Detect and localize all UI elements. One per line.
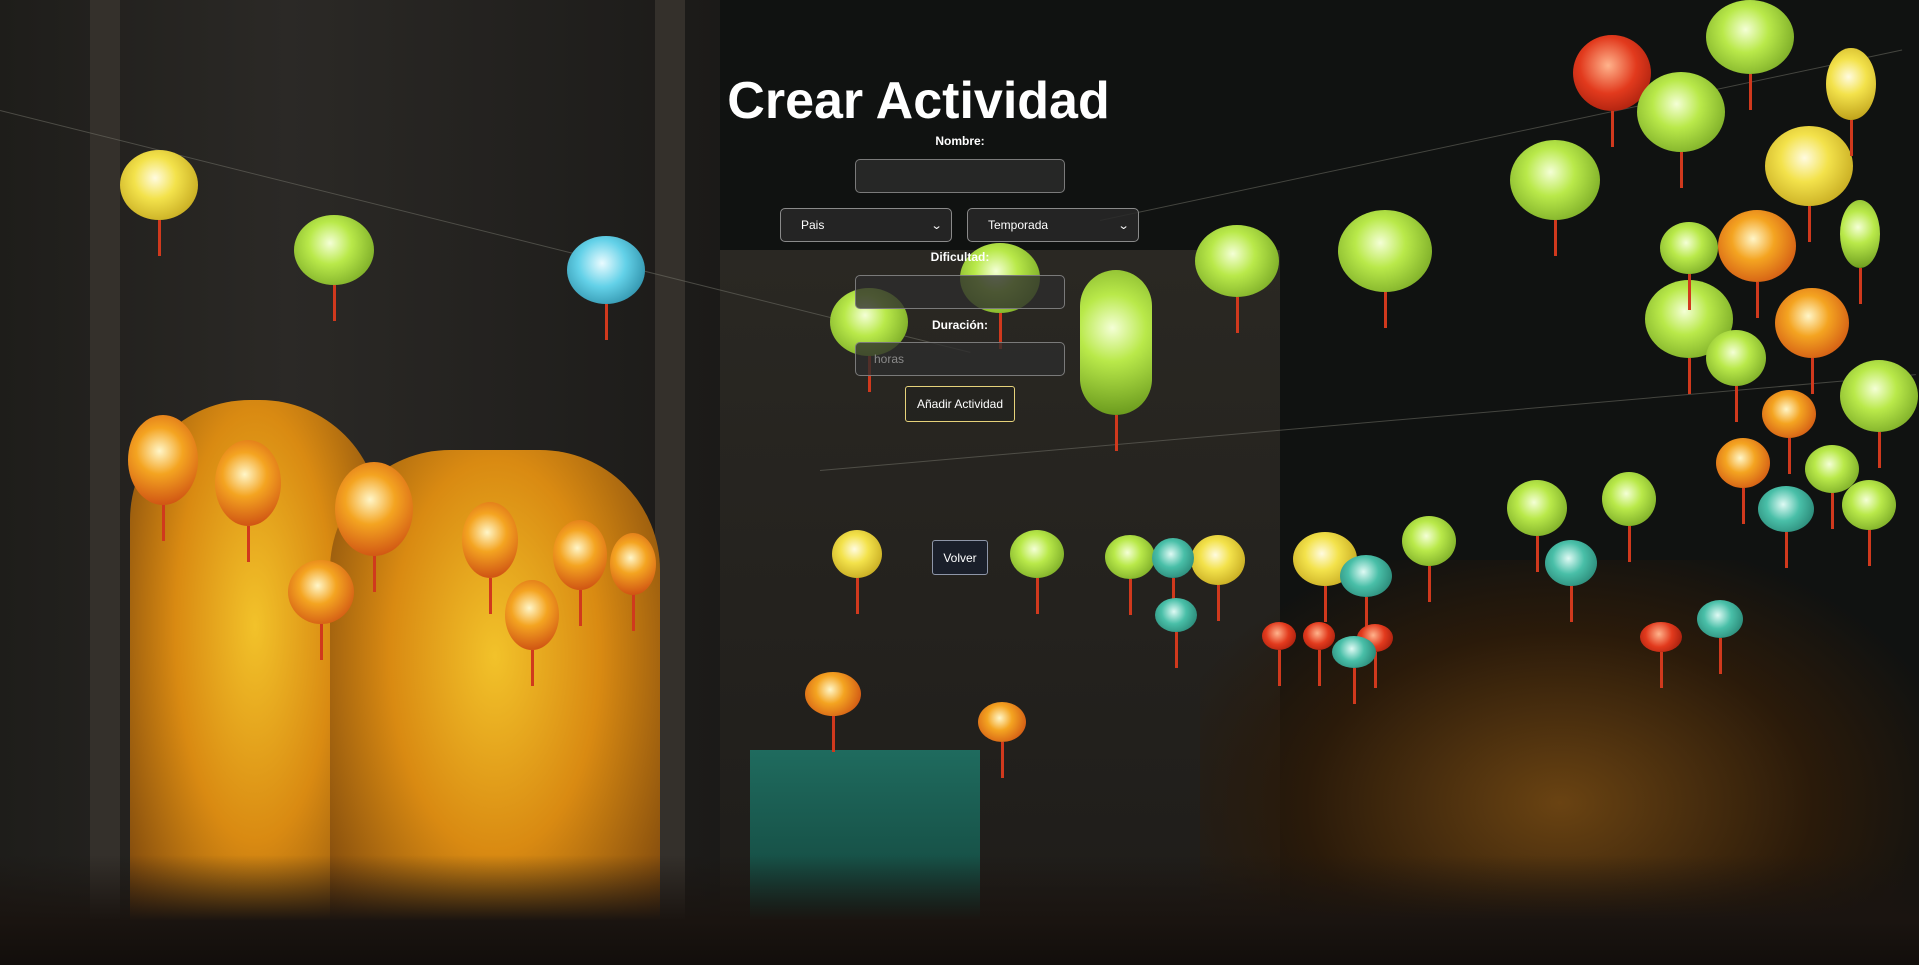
duracion-label: Duración: bbox=[931, 318, 988, 332]
background-lantern bbox=[832, 530, 882, 614]
background-lantern bbox=[1303, 622, 1335, 686]
duracion-input[interactable] bbox=[855, 342, 1065, 376]
pais-select-value: Pais bbox=[801, 218, 825, 232]
background-lantern bbox=[294, 215, 374, 321]
nombre-label: Nombre: bbox=[935, 134, 985, 148]
background-lantern bbox=[1718, 210, 1796, 318]
background-lantern bbox=[215, 440, 281, 562]
background-lantern bbox=[1507, 480, 1567, 572]
background-lantern bbox=[1640, 622, 1682, 688]
background-lantern bbox=[128, 415, 198, 541]
background-lantern bbox=[1338, 210, 1432, 328]
background-lantern bbox=[1262, 622, 1296, 686]
background-lantern bbox=[462, 502, 518, 614]
background-column bbox=[90, 0, 120, 965]
background-lantern bbox=[553, 520, 607, 626]
dificultad-label: Dificultad: bbox=[930, 250, 990, 264]
background-lantern bbox=[1660, 222, 1718, 310]
page-title-text: Crear Actividad bbox=[727, 72, 1110, 130]
background-lantern bbox=[1195, 225, 1279, 333]
background-lantern bbox=[1716, 438, 1770, 524]
background-lantern bbox=[1758, 486, 1814, 568]
add-activity-button[interactable]: Añadir Actividad bbox=[905, 386, 1015, 422]
background-lantern bbox=[1775, 288, 1849, 394]
background-lantern bbox=[1010, 530, 1064, 614]
background-lantern bbox=[1842, 480, 1896, 566]
background-lantern bbox=[1510, 140, 1600, 256]
temporada-select[interactable]: Temporada ⌄ bbox=[967, 208, 1139, 242]
background-lantern bbox=[1105, 535, 1155, 615]
background-lantern bbox=[1706, 0, 1794, 110]
background-lantern bbox=[1840, 360, 1918, 468]
page-title: Crear Actividad bbox=[0, 66, 1919, 136]
background-lantern bbox=[1332, 636, 1376, 704]
back-button[interactable]: Volver bbox=[932, 540, 988, 575]
background-lantern bbox=[288, 560, 354, 660]
background-lantern bbox=[1191, 535, 1245, 621]
background-lantern bbox=[1155, 598, 1197, 668]
background-crowd bbox=[0, 855, 1919, 965]
nombre-input[interactable] bbox=[855, 159, 1065, 193]
background-lantern bbox=[1402, 516, 1456, 602]
background-lantern bbox=[610, 533, 656, 631]
chevron-down-icon: ⌄ bbox=[930, 219, 943, 232]
temporada-select-value: Temporada bbox=[988, 218, 1049, 232]
background-lantern bbox=[1706, 330, 1766, 422]
background-lantern bbox=[1152, 538, 1194, 614]
background-lantern bbox=[805, 672, 861, 752]
background-lantern bbox=[120, 150, 198, 256]
dificultad-input[interactable] bbox=[855, 275, 1065, 309]
background-lantern bbox=[1340, 555, 1392, 633]
background-lantern bbox=[1697, 600, 1743, 674]
chevron-down-icon: ⌄ bbox=[1117, 219, 1130, 232]
background-lantern bbox=[1080, 270, 1152, 451]
background-lantern bbox=[335, 462, 413, 592]
background-lantern bbox=[1545, 540, 1597, 622]
background-lantern bbox=[1765, 126, 1853, 242]
background-lantern bbox=[1602, 472, 1656, 562]
background-lantern bbox=[505, 580, 559, 686]
background-lantern bbox=[1762, 390, 1816, 474]
background-lantern bbox=[978, 702, 1026, 778]
background-lantern bbox=[1840, 200, 1880, 304]
background-lantern bbox=[567, 236, 645, 340]
pais-select[interactable]: Pais ⌄ bbox=[780, 208, 952, 242]
